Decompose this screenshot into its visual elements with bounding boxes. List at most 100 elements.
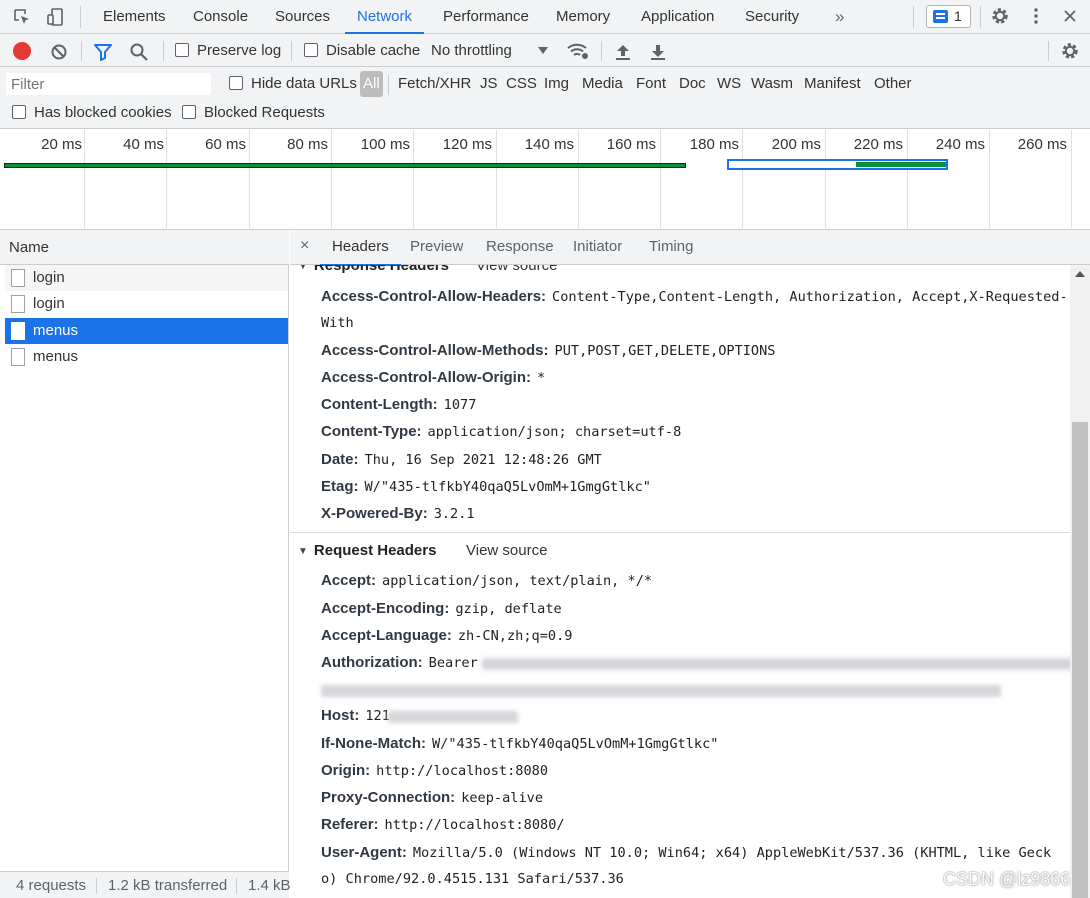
checkbox-box[interactable]	[304, 43, 318, 57]
preserve-log-checkbox[interactable]: Preserve log	[175, 34, 281, 67]
name-column-header[interactable]: Name	[0, 230, 289, 265]
response-header-line: Content-Length: 1077	[321, 396, 1066, 413]
tab-performance[interactable]: Performance	[443, 0, 529, 34]
header-name: Accept-Language:	[321, 627, 452, 644]
checkbox-box[interactable]	[175, 43, 189, 57]
tab-elements[interactable]: Elements	[103, 0, 166, 34]
network-conditions-wifi-icon[interactable]	[566, 40, 590, 62]
checkbox-box[interactable]	[229, 76, 243, 90]
timeline-tick-label: 260 ms	[1017, 136, 1067, 153]
header-name: If-None-Match:	[321, 735, 426, 752]
tab-console[interactable]: Console	[193, 0, 248, 34]
checkbox-box[interactable]	[182, 105, 196, 119]
tab-preview[interactable]: Preview	[410, 230, 463, 265]
more-options-kebab-icon[interactable]	[1026, 6, 1046, 26]
inspect-element-icon[interactable]	[12, 7, 32, 27]
tab-response[interactable]: Response	[486, 230, 554, 265]
timeline-gridline	[331, 130, 332, 230]
network-settings-gear-icon[interactable]	[1060, 40, 1080, 60]
request-row[interactable]: login	[5, 265, 288, 291]
header-value: Content-Type,Content-Length, Authorizati…	[552, 289, 1068, 305]
timeline-tick-label: 140 ms	[524, 136, 574, 153]
import-har-upload-icon[interactable]	[613, 41, 633, 61]
filter-funnel-icon[interactable]	[93, 41, 113, 61]
filter-input[interactable]	[5, 72, 212, 96]
record-icon[interactable]	[13, 42, 31, 60]
export-har-download-icon[interactable]	[648, 41, 668, 61]
type-filter-wasm[interactable]: Wasm	[751, 71, 793, 97]
tabbar-separator	[980, 6, 981, 28]
type-filter-ws[interactable]: WS	[717, 71, 741, 97]
headers-scroll-area[interactable]: ▼ Response Headers View source Access-Con…	[290, 265, 1070, 898]
type-filter-other[interactable]: Other	[874, 71, 912, 97]
collapse-triangle-icon[interactable]: ▼	[298, 265, 308, 272]
tab-security[interactable]: Security	[745, 0, 799, 34]
has-blocked-cookies-checkbox[interactable]: Has blocked cookies	[12, 100, 172, 126]
type-filter-css[interactable]: CSS	[506, 71, 537, 97]
timeline-tick-label: 60 ms	[205, 136, 246, 153]
type-filter-manifest[interactable]: Manifest	[804, 71, 861, 97]
settings-gear-icon[interactable]	[990, 6, 1010, 26]
checkbox-box[interactable]	[12, 105, 26, 119]
timeline-overview[interactable]: 20 ms 40 ms 60 ms 80 ms 100 ms 120 ms 14…	[0, 130, 1090, 230]
search-icon[interactable]	[129, 41, 149, 61]
device-toolbar-icon[interactable]	[46, 7, 66, 27]
request-view-source-link[interactable]: View source	[466, 542, 547, 559]
response-headers-title[interactable]: ▼ Response Headers	[298, 265, 449, 274]
issues-badge[interactable]: 1	[926, 5, 971, 28]
tab-headers[interactable]: Headers	[320, 230, 401, 266]
type-filter-doc[interactable]: Doc	[679, 71, 706, 97]
request-headers-title[interactable]: ▼ Request Headers	[298, 542, 436, 559]
redacted-token-blur	[321, 685, 1001, 697]
response-header-line: Access-Control-Allow-Methods: PUT,POST,GE…	[321, 342, 1066, 359]
tab-application[interactable]: Application	[641, 0, 714, 34]
timeline-tick-label: 100 ms	[360, 136, 410, 153]
timeline-tick-label: 120 ms	[442, 136, 492, 153]
timeline-tick-label: 80 ms	[287, 136, 328, 153]
tab-timing[interactable]: Timing	[649, 230, 693, 265]
request-row[interactable]: menus	[5, 344, 288, 370]
header-value: application/json; charset=utf-8	[427, 424, 682, 440]
hide-data-urls-checkbox[interactable]: Hide data URLs	[229, 71, 357, 97]
blocked-requests-checkbox[interactable]: Blocked Requests	[182, 100, 325, 126]
headers-scrollbar[interactable]	[1070, 265, 1090, 898]
header-value: Bearer	[428, 655, 478, 671]
scrollbar-thumb[interactable]	[1072, 422, 1088, 898]
more-tabs-chevron-icon[interactable]: »	[835, 0, 844, 34]
tab-sources[interactable]: Sources	[275, 0, 330, 34]
collapse-triangle-icon[interactable]: ▼	[298, 546, 308, 557]
tab-initiator[interactable]: Initiator	[573, 230, 622, 265]
tab-memory[interactable]: Memory	[556, 0, 610, 34]
throttling-select[interactable]: No throttling	[431, 34, 512, 67]
response-header-line: Content-Type: application/json; charset=u…	[321, 423, 1066, 440]
response-view-source-link[interactable]: View source	[476, 265, 557, 274]
close-detail-icon[interactable]: ×	[300, 230, 309, 265]
header-value: W/"435-tlfkbY40qaQ5LvOmM+1GmgGtlkc"	[432, 736, 719, 752]
request-row[interactable]: login	[5, 291, 288, 317]
type-filter-all[interactable]: All	[360, 71, 383, 97]
header-value-continuation: With	[321, 315, 354, 331]
request-header-line: User-Agent: Mozilla/5.0 (Windows NT 10.0;…	[321, 844, 1066, 861]
header-name: Accept:	[321, 572, 377, 589]
response-header-line: Etag: W/"435-tlfkbY40qaQ5LvOmM+1GmgGtlkc"	[321, 478, 1066, 495]
tab-network[interactable]: Network	[344, 0, 425, 35]
close-devtools-icon[interactable]	[1060, 6, 1080, 26]
redacted-host-blur	[388, 711, 518, 723]
type-filter-media[interactable]: Media	[582, 71, 623, 97]
header-value: 3.2.1	[433, 506, 475, 522]
header-name: Referer:	[321, 816, 379, 833]
clear-icon[interactable]	[49, 41, 69, 61]
header-name: User-Agent:	[321, 844, 407, 861]
throttling-dropdown-arrow-icon[interactable]	[538, 47, 548, 54]
type-filter-img[interactable]: Img	[544, 71, 569, 97]
disable-cache-checkbox[interactable]: Disable cache	[304, 34, 420, 67]
request-row-selected[interactable]: menus	[5, 318, 288, 344]
timeline-tick-label: 180 ms	[689, 136, 739, 153]
toolbar-separator	[291, 41, 292, 61]
header-name: Authorization:	[321, 654, 423, 671]
type-filter-font[interactable]: Font	[636, 71, 666, 97]
scroll-up-arrow-icon[interactable]	[1075, 271, 1085, 277]
type-filter-js[interactable]: JS	[480, 71, 498, 97]
type-filter-fetch-xhr[interactable]: Fetch/XHR	[398, 71, 471, 97]
response-header-line: Access-Control-Allow-Origin: *	[321, 369, 1066, 386]
